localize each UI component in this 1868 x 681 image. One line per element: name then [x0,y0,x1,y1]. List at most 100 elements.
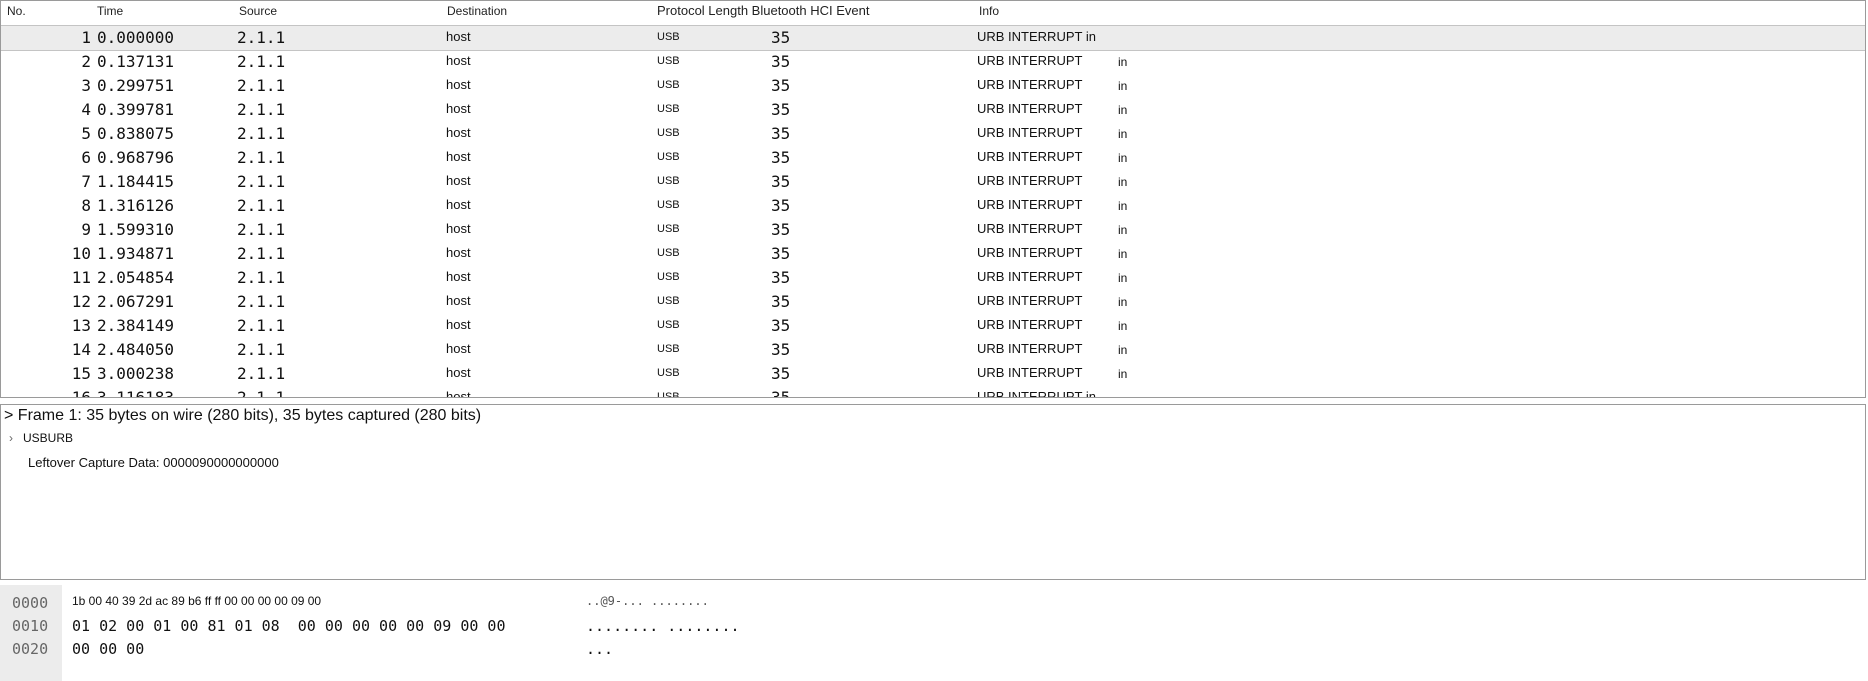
packet-source: 2.1.1 [237,52,286,71]
packet-direction: in [1118,223,1128,237]
packet-info: URB INTERRUPT [977,317,1083,332]
table-row[interactable]: 6 0.968796 2.1.1 host USB 35 URB INTERRU… [1,146,1865,170]
hex-bytes-line[interactable]: 00 00 00 [72,640,144,658]
packet-time: 0.137131 [97,52,175,71]
packet-direction: in [1118,175,1128,189]
packet-no: 12 [71,292,91,311]
packet-length: 35 [771,28,791,47]
packet-protocol: USB [657,55,680,67]
packet-direction: in [1118,103,1128,117]
packet-info: URB INTERRUPT [977,341,1083,356]
packet-time: 0.838075 [97,124,175,143]
table-row[interactable]: 9 1.599310 2.1.1 host USB 35 URB INTERRU… [1,218,1865,242]
table-row[interactable]: 2 0.137131 2.1.1 host USB 35 URB INTERRU… [1,50,1865,74]
packet-destination: host [446,365,471,380]
ascii-bytes-line[interactable]: ........ ........ [586,617,740,635]
packet-time: 1.316126 [97,196,175,215]
packet-direction: in [1118,151,1128,165]
packet-source: 2.1.1 [237,196,286,215]
packet-info: URB INTERRUPT [977,173,1083,188]
packet-source: 2.1.1 [237,340,286,359]
table-row[interactable]: 10 1.934871 2.1.1 host USB 35 URB INTERR… [1,242,1865,266]
packet-no: 9 [81,220,91,239]
leftover-capture-data-item[interactable]: Leftover Capture Data: 0000090000000000 [28,455,279,470]
packet-info: URB INTERRUPT [977,77,1083,92]
packet-length: 35 [771,268,791,287]
packet-info: URB INTERRUPT [977,245,1083,260]
packet-no: 8 [81,196,91,215]
packet-direction: in [1118,295,1128,309]
table-row[interactable]: 8 1.316126 2.1.1 host USB 35 URB INTERRU… [1,194,1865,218]
byte-offset: 0020 [12,640,49,658]
ascii-bytes-line[interactable]: ... [586,640,613,658]
packet-length: 35 [771,124,791,143]
packet-length: 35 [771,172,791,191]
packet-length: 35 [771,364,791,383]
packet-protocol: USB [657,79,680,91]
packet-info: URB INTERRUPT [977,125,1083,140]
packet-protocol: USB [657,271,680,283]
column-header-destination[interactable]: Destination [447,4,507,18]
packet-time: 1.599310 [97,220,175,239]
table-row[interactable]: 15 3.000238 2.1.1 host USB 35 URB INTERR… [1,362,1865,386]
packet-no: 2 [81,52,91,71]
packet-list[interactable]: No. Time Source Destination Protocol Len… [0,0,1866,398]
column-header-time[interactable]: Time [97,4,123,18]
table-row[interactable]: 12 2.067291 2.1.1 host USB 35 URB INTERR… [1,290,1865,314]
frame-summary-item[interactable]: > Frame 1: 35 bytes on wire (280 bits), … [4,407,481,425]
packet-destination: host [446,149,471,164]
table-row[interactable]: 4 0.399781 2.1.1 host USB 35 URB INTERRU… [1,98,1865,122]
column-header-no[interactable]: No. [7,4,26,18]
chevron-right-icon[interactable]: › [9,431,23,445]
packet-direction: in [1118,319,1128,333]
packet-details-pane[interactable]: > Frame 1: 35 bytes on wire (280 bits), … [0,404,1866,580]
packet-source: 2.1.1 [237,220,286,239]
packet-no: 13 [71,316,91,335]
packet-info: URB INTERRUPT [977,293,1083,308]
packet-time: 3.116183 [97,388,175,398]
table-row[interactable]: 16 3.116183 2.1.1 host USB 35 URB INTERR… [1,386,1865,398]
table-row[interactable]: 1 0.000000 2.1.1 host USB 35 URB INTERRU… [1,25,1865,51]
packet-direction: in [1118,55,1128,69]
packet-destination: host [446,317,471,332]
usburb-tree-item[interactable]: › USBURB [9,431,73,445]
table-row[interactable]: 7 1.184415 2.1.1 host USB 35 URB INTERRU… [1,170,1865,194]
packet-length: 35 [771,52,791,71]
table-row[interactable]: 5 0.838075 2.1.1 host USB 35 URB INTERRU… [1,122,1865,146]
packet-bytes-pane[interactable]: 0000 0010 0020 1b 00 40 39 2d ac 89 b6 f… [0,585,1868,681]
packet-time: 1.934871 [97,244,175,263]
hex-bytes-line[interactable]: 1b 00 40 39 2d ac 89 b6 ff ff 00 00 00 0… [72,594,321,608]
packet-info: URB INTERRUPT [977,365,1083,380]
packet-time: 2.054854 [97,268,175,287]
packet-source: 2.1.1 [237,172,286,191]
packet-length: 35 [771,388,791,398]
packet-direction: in [1118,367,1128,381]
packet-source: 2.1.1 [237,364,286,383]
packet-source: 2.1.1 [237,100,286,119]
packet-time: 0.000000 [97,28,175,47]
packet-info: URB INTERRUPT in [977,389,1096,398]
packet-no: 5 [81,124,91,143]
usburb-label: USBURB [23,431,74,445]
packet-info: URB INTERRUPT [977,197,1083,212]
table-row[interactable]: 11 2.054854 2.1.1 host USB 35 URB INTERR… [1,266,1865,290]
packet-info: URB INTERRUPT [977,149,1083,164]
column-header-source[interactable]: Source [239,4,277,18]
column-header-protocol-length[interactable]: Protocol Length Bluetooth HCI Event [657,3,869,18]
packet-destination: host [446,269,471,284]
packet-no: 16 [71,388,91,398]
ascii-bytes-line[interactable]: ..@9-... ........ [586,594,709,608]
packet-destination: host [446,29,471,44]
table-row[interactable]: 13 2.384149 2.1.1 host USB 35 URB INTERR… [1,314,1865,338]
packet-length: 35 [771,76,791,95]
packet-info: URB INTERRUPT [977,101,1083,116]
packet-source: 2.1.1 [237,268,286,287]
packet-protocol: USB [657,103,680,115]
table-row[interactable]: 3 0.299751 2.1.1 host USB 35 URB INTERRU… [1,74,1865,98]
packet-protocol: USB [657,319,680,331]
table-row[interactable]: 14 2.484050 2.1.1 host USB 35 URB INTERR… [1,338,1865,362]
packet-time: 0.968796 [97,148,175,167]
packet-destination: host [446,293,471,308]
column-header-info[interactable]: Info [979,4,999,18]
hex-bytes-line[interactable]: 01 02 00 01 00 81 01 08 00 00 00 00 00 0… [72,617,505,635]
